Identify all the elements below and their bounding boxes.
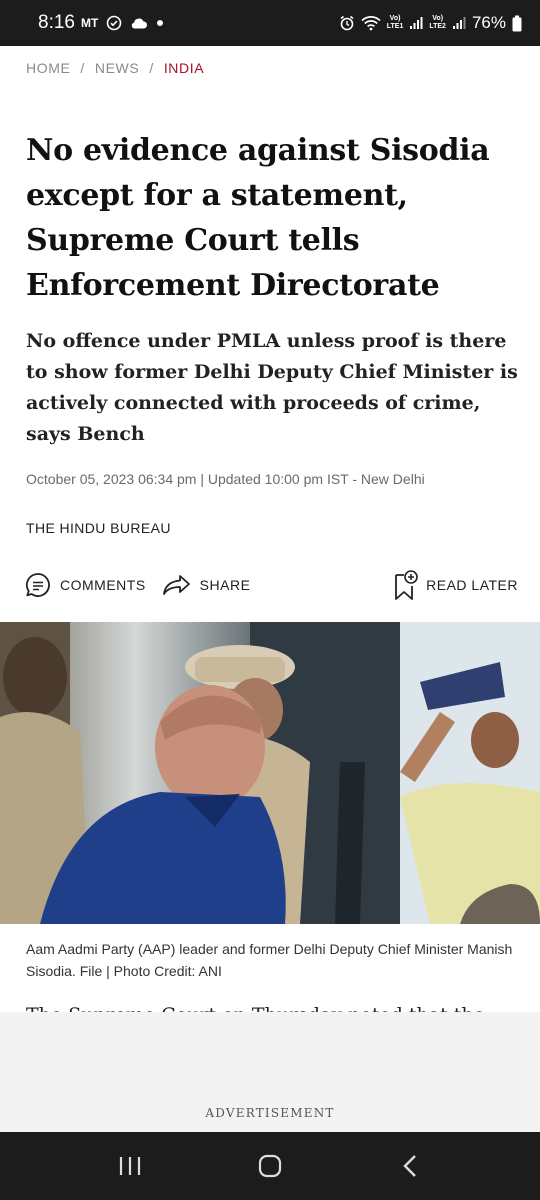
read-later-button[interactable]: READ LATER [394, 569, 518, 601]
breadcrumb-separator: / [80, 60, 85, 76]
sim2-label: Vo) LTE2 [429, 15, 446, 30]
home-button[interactable] [240, 1146, 300, 1186]
bookmark-plus-icon [395, 570, 418, 600]
alarm-icon [340, 15, 354, 31]
check-circle-icon [107, 15, 122, 31]
sim1-label: Vo) LTE1 [386, 15, 404, 30]
status-time: 8:16 [38, 12, 75, 33]
article-byline[interactable]: THE HINDU BUREAU [26, 520, 171, 536]
recents-button[interactable] [100, 1146, 160, 1186]
comments-label: COMMENTS [60, 577, 146, 593]
share-label: SHARE [199, 577, 251, 593]
article-actions-bar: COMMENTS SHARE READ LATER [24, 566, 518, 604]
breadcrumb-separator: / [149, 60, 154, 76]
breadcrumb-section-link[interactable]: INDIA [164, 60, 204, 76]
photo-caption: Aam Aadmi Party (AAP) leader and former … [26, 941, 513, 979]
comments-button[interactable]: COMMENTS [24, 571, 146, 599]
article-dateline: October 05, 2023 06:34 pm | Updated 10:0… [26, 471, 425, 487]
read-later-label: READ LATER [426, 577, 518, 593]
share-arrow-icon [162, 575, 190, 595]
article-photo-image [0, 622, 540, 924]
recents-icon [119, 1157, 141, 1175]
advertisement-label: ADVERTISEMENT [205, 1106, 335, 1120]
home-icon [258, 1154, 282, 1178]
back-icon [403, 1155, 416, 1177]
cloud-icon [132, 18, 148, 29]
battery-percent: 76% [471, 13, 506, 32]
signal-icon [452, 17, 466, 29]
wifi-icon [361, 16, 381, 31]
comment-bubble-icon [26, 573, 50, 597]
signal-icon [410, 17, 423, 29]
article-headline: No evidence against Sisodia except for a… [26, 133, 490, 303]
breadcrumb-home-link[interactable]: HOME [26, 60, 70, 76]
status-bar: 8:16 MT Vo) LTE1 Vo) LTE2 76% [0, 0, 540, 46]
breadcrumb: HOME / NEWS / INDIA [26, 60, 204, 76]
notification-dot-icon [157, 20, 164, 26]
back-button[interactable] [380, 1146, 440, 1186]
breadcrumb-news-link[interactable]: NEWS [95, 60, 139, 76]
share-button[interactable]: SHARE [162, 573, 251, 597]
article-subheadline: No offence under PMLA unless proof is th… [26, 330, 518, 445]
battery-icon [512, 15, 522, 31]
status-carrier: MT [80, 16, 99, 30]
system-nav-bar [0, 1132, 540, 1200]
article-photo [0, 622, 540, 924]
